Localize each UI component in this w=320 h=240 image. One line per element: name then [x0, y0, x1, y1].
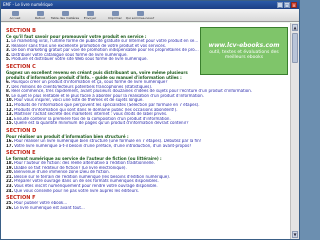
item-text: Diable se fait l'éditeur de fiction? (Le…	[14, 165, 127, 170]
item-number: 10.	[6, 98, 14, 103]
item-number: 7.	[6, 84, 11, 89]
item-text: Préparer votre ouvrage dans un de ses fo…	[14, 179, 159, 184]
item-number: 26.	[6, 205, 14, 210]
scroll-thumb[interactable]	[292, 33, 298, 63]
item-number: 4.	[6, 52, 11, 57]
app-window: EMF - Le livre numérique _ □ × Accueil Re…	[0, 0, 300, 240]
toolbar-button-5[interactable]: Qui sommes-nous?	[125, 10, 155, 20]
item-text: Votre livre numérique a-t-il besoin d'un…	[14, 143, 192, 148]
toolbar-button-1[interactable]: Retour	[28, 10, 52, 20]
title-bar: EMF - Le livre numérique _ □ ×	[1, 1, 299, 9]
item-text: Réel commence, très rapidement, avant pl…	[11, 89, 253, 94]
item-text: Pour vous inspirer, voici une liste de t…	[14, 98, 144, 103]
item-number: 2.	[6, 43, 11, 48]
item-number: 21.	[6, 174, 14, 179]
toolbar-button-4[interactable]: Imprimer	[103, 10, 127, 20]
item-text: Bienvenue d'une immense zone Dieu de fic…	[14, 170, 110, 175]
item-number: 17.	[6, 143, 14, 148]
toolbar-button-0[interactable]: Accueil	[3, 10, 27, 20]
item-number: 1.	[6, 39, 11, 43]
scroll-up-icon[interactable]: ▲	[292, 24, 298, 31]
toolbar-label: Qui sommes-nous?	[125, 15, 155, 20]
toolbar-label: Imprimer	[108, 15, 122, 20]
item-text: Vous êtes inscrit numériquement pour ren…	[14, 184, 158, 189]
logo-tagline: outil, textes et évaluations des meilleu…	[209, 50, 279, 60]
item-text: De bon marketing gratuit par voie de pro…	[11, 48, 199, 53]
toolbar-button-2[interactable]: Table des matières	[50, 10, 80, 20]
item-number: 8.	[6, 89, 11, 94]
brand-logo[interactable]: www.lcv-ebooks.com outil, textes et éval…	[200, 27, 288, 75]
item-number: 25.	[6, 201, 14, 206]
toolbar-button-3[interactable]: Envoyer	[78, 10, 102, 20]
item-number: 14.	[6, 116, 14, 121]
logo-url: www.lcv-ebooks.com	[208, 42, 280, 49]
item-text: Des millions de clients/lecteurs potenti…	[11, 84, 153, 89]
item-number: 13.	[6, 112, 14, 117]
item-number: 9.	[6, 93, 11, 98]
item-text: Pour l'auteur de fiction: des réelle alt…	[14, 161, 155, 166]
item-number: 11.	[6, 102, 14, 107]
item-number: 16.	[6, 138, 14, 143]
item-text: Produits d'information qui sont dans le …	[14, 107, 178, 112]
item-text: Produits de l'information que perçoivent…	[14, 102, 200, 107]
section-description: Gagnez un excellent revenu en créant pui…	[6, 69, 188, 80]
minimize-icon[interactable]: _	[277, 2, 283, 8]
toolbar-label: Accueil	[9, 15, 21, 20]
toolbar-label: Table des matières	[50, 15, 80, 20]
item-number: 5.	[6, 57, 11, 62]
toolbar-label: Retour	[35, 15, 45, 20]
toc-link[interactable]: 17.Votre livre numérique a-t-il besoin d…	[6, 144, 287, 149]
item-number: 22.	[6, 179, 14, 184]
window-title: EMF - Le livre numérique	[3, 2, 53, 7]
toc-link[interactable]: 15.Quelle est la quantité minimum de pag…	[6, 121, 287, 126]
item-number: 18.	[6, 161, 14, 166]
item-text: Ensuite contenir la première fois de la …	[14, 116, 171, 121]
toc-link[interactable]: 5.Produire et distribuer votre site Web …	[6, 57, 199, 62]
maximize-icon[interactable]: □	[284, 2, 290, 8]
item-number: 6.	[6, 79, 11, 84]
item-text: Pour publier votre ebook...	[14, 201, 68, 206]
item-number: 19.	[6, 165, 14, 170]
item-number: 20.	[6, 170, 14, 175]
item-number: 12.	[6, 107, 14, 112]
item-text: Quelle est la quantité minimum de pages …	[14, 121, 189, 126]
item-text: Le sujet le plus rentable et le plus fac…	[11, 93, 204, 98]
item-number: 23.	[6, 184, 14, 189]
window-controls: _ □ ×	[277, 2, 297, 8]
item-number: 24.	[6, 188, 14, 193]
document-content: www.lcv-ebooks.com outil, textes et éval…	[1, 23, 291, 239]
close-icon[interactable]: ×	[291, 2, 297, 8]
item-text: Que vous conseille pour ne pas votre liv…	[14, 188, 140, 193]
item-text: Le livre numérique est avant tout...	[14, 205, 85, 210]
item-text: Pour réaliser un livre numérique bien st…	[14, 138, 202, 143]
vertical-scrollbar[interactable]: ▲ ▼	[290, 23, 299, 239]
item-text: Maîtriser l'achat secrète des marketers …	[14, 112, 168, 117]
item-text: Produire et distribuer votre site Web so…	[11, 57, 148, 62]
item-text: Le marketing viral, l'ultime forme de pu…	[11, 39, 199, 43]
item-text: Pourquoi créer un produit d'information …	[11, 79, 168, 84]
item-text: Bessie sur le terrain de l'édition numér…	[14, 174, 171, 179]
toc-link[interactable]: 26.Le livre numérique est avant tout...	[6, 206, 287, 211]
toc-link[interactable]: 24.Que vous conseille pour ne pas votre …	[6, 189, 287, 194]
toolbar-label: Envoyer	[83, 15, 97, 20]
toolbar: Accueil Retour Table des matières Envoyer Im…	[1, 9, 299, 22]
item-text: Distribuer votre catalogue sous forme de…	[11, 52, 128, 57]
scroll-down-icon[interactable]: ▼	[292, 231, 298, 238]
item-text: Réaliser sans frais une excellente promo…	[11, 43, 167, 48]
item-number: 15.	[6, 121, 14, 126]
item-number: 3.	[6, 48, 11, 53]
